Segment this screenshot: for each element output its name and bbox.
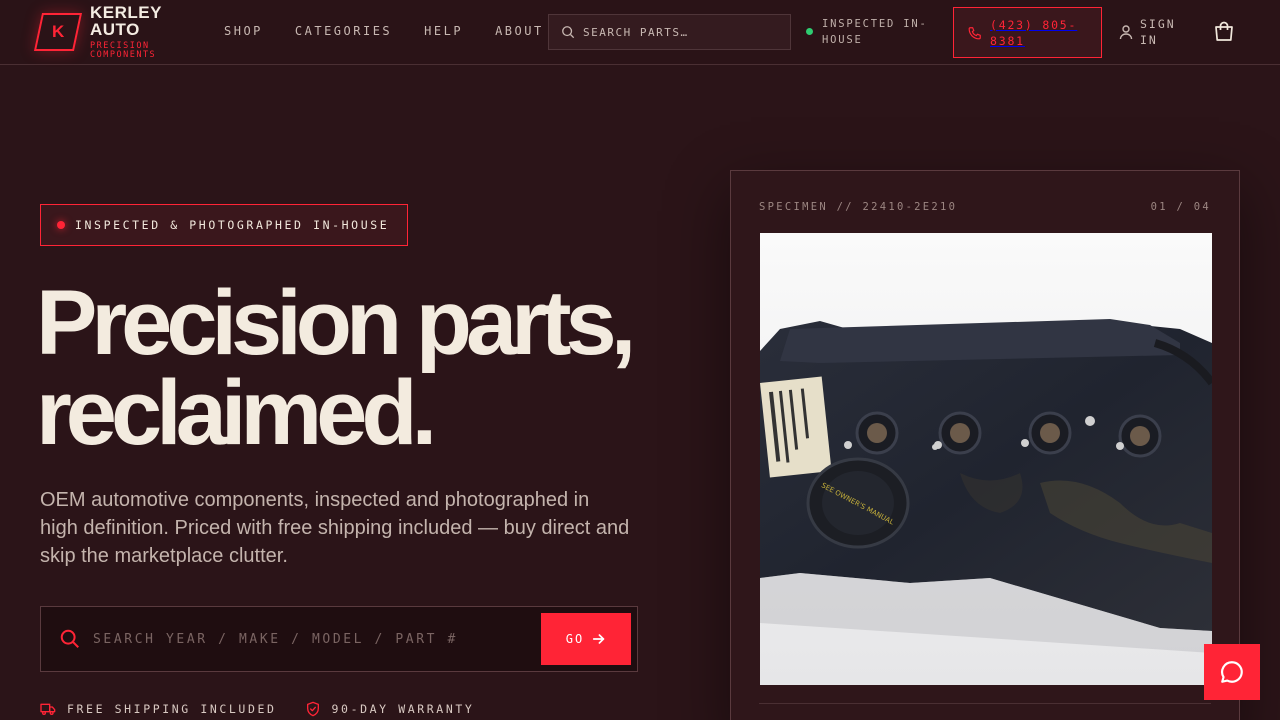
inspected-status: INSPECTED IN-HOUSE <box>806 16 941 48</box>
status-label: INSPECTED IN-HOUSE <box>822 18 928 46</box>
chat-button[interactable] <box>1204 644 1260 700</box>
hero-headline: Precision parts, reclaimed. <box>36 272 656 464</box>
phone-icon <box>968 26 981 39</box>
logo-mark[interactable]: K <box>33 13 83 51</box>
hero-search[interactable]: GO <box>40 606 638 672</box>
truck-icon <box>40 703 56 715</box>
sign-in-label: SIGN IN <box>1140 17 1176 47</box>
search-icon <box>562 26 575 39</box>
chat-bubble-icon <box>1221 661 1243 683</box>
specimen-label: SPECIMEN // 22410-2E210 <box>759 201 958 213</box>
brand-tagline-line2: COMPONENTS <box>90 50 157 60</box>
sign-in-link[interactable]: SIGN IN <box>1118 16 1184 48</box>
brand-name-line1: KERLEY <box>90 3 162 22</box>
nav-categories[interactable]: CATEGORIES <box>295 24 392 38</box>
arrow-right-icon <box>593 634 605 644</box>
perks-row: FREE SHIPPING INCLUDED 90-DAY WARRANTY <box>40 701 502 717</box>
hero-subtext: OEM automotive components, inspected and… <box>40 489 630 567</box>
phone-button[interactable]: (423) 805-8381 <box>953 7 1102 58</box>
logo-letter: K <box>51 22 65 41</box>
perk-label: FREE SHIPPING INCLUDED <box>67 702 277 716</box>
phone-number: (423) 805-8381 <box>990 17 1078 48</box>
badge-label: INSPECTED & PHOTOGRAPHED IN-HOUSE <box>75 218 390 232</box>
perk-label: 90-DAY WARRANTY <box>331 702 475 716</box>
hero-badge: INSPECTED & PHOTOGRAPHED IN-HOUSE <box>40 204 409 246</box>
badge-dot <box>57 221 65 229</box>
shield-check-icon <box>306 701 319 717</box>
valve-cover-image: SEE OWNER'S MANUAL <box>760 233 1212 685</box>
headline-line2: reclaimed. <box>36 362 437 464</box>
go-label: GO <box>565 632 585 646</box>
header-search[interactable] <box>548 14 791 50</box>
headline-line1: Precision parts, <box>36 272 636 374</box>
brand-name-line2: AUTO <box>90 20 140 39</box>
status-dot <box>806 28 813 35</box>
shopping-bag-icon <box>1215 21 1233 41</box>
nav-about[interactable]: ABOUT <box>495 24 544 38</box>
header-search-input[interactable] <box>583 25 783 39</box>
specimen-photo[interactable]: SEE OWNER'S MANUAL <box>760 233 1212 685</box>
specimen-card: SPECIMEN // 22410-2E210 01 / 04 SEE OWNE… <box>730 170 1240 720</box>
specimen-counter: 01 / 04 <box>1150 201 1211 213</box>
user-icon <box>1119 25 1133 40</box>
perk-free-shipping: FREE SHIPPING INCLUDED <box>40 701 277 717</box>
cart-button[interactable] <box>1212 20 1236 44</box>
perk-warranty: 90-DAY WARRANTY <box>305 701 475 717</box>
search-icon <box>60 629 79 648</box>
nav-help[interactable]: HELP <box>424 24 463 38</box>
site-header: K KERLEY AUTO PRECISION COMPONENTS SHOP … <box>0 0 1280 65</box>
main-nav: SHOP CATEGORIES HELP ABOUT <box>224 24 576 38</box>
hero-search-input[interactable] <box>93 631 513 647</box>
brand-logo[interactable]: KERLEY AUTO PRECISION COMPONENTS <box>90 4 162 60</box>
search-go-button[interactable]: GO <box>541 613 631 665</box>
nav-shop[interactable]: SHOP <box>224 24 263 38</box>
card-divider <box>759 703 1211 704</box>
